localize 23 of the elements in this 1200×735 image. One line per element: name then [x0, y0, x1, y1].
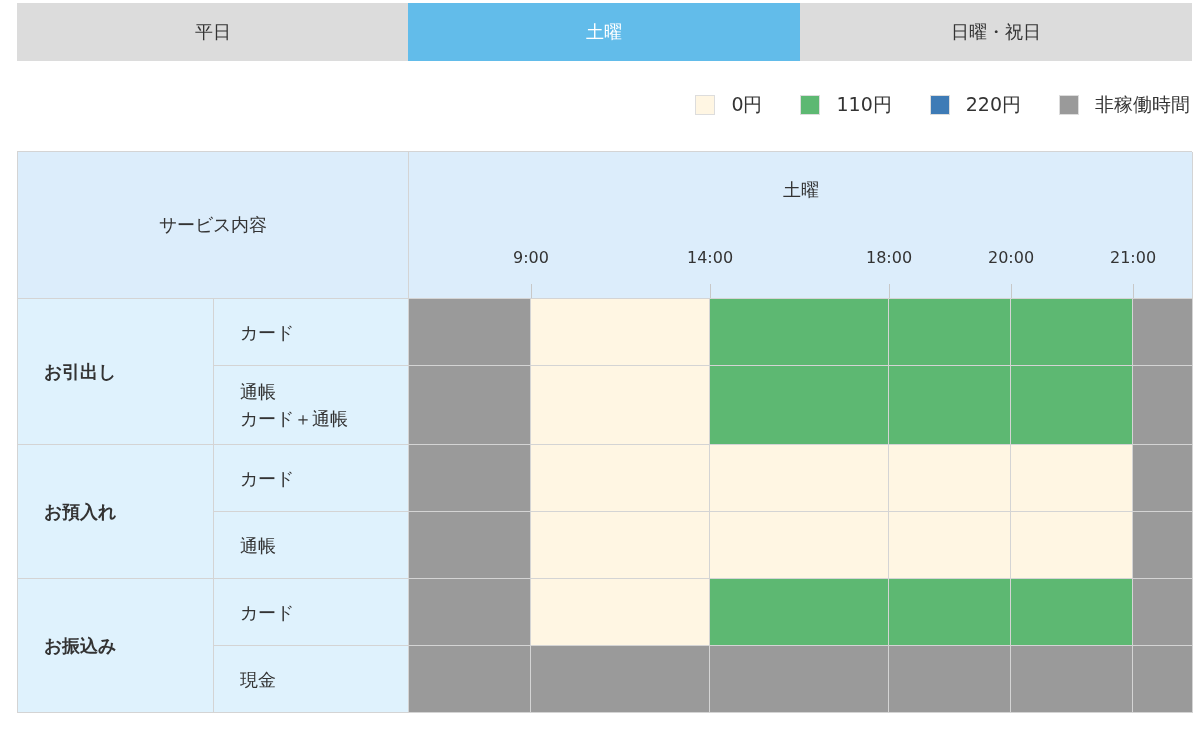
method-label: カード	[240, 320, 294, 345]
day-tab[interactable]: 日曜・祝日	[800, 3, 1192, 61]
method-label: カード＋通帳	[240, 407, 348, 431]
method-label: 現金	[240, 667, 276, 692]
legend-label: 220円	[965, 92, 1021, 117]
time-label: 21:00	[1109, 248, 1157, 267]
time-label: 14:00	[686, 248, 734, 267]
time-label: 20:00	[987, 248, 1035, 267]
method-label: カード	[240, 466, 294, 491]
legend-label: 非稼働時間	[1095, 92, 1190, 117]
time-label: 18:00	[865, 248, 913, 267]
column-header: サービス内容	[18, 152, 409, 299]
time-label: 9:00	[513, 248, 549, 267]
group-name: お預入れ	[18, 445, 214, 579]
group-name: お振込み	[18, 579, 214, 713]
day-label: 土曜	[781, 178, 820, 202]
method-label: 通帳	[240, 533, 276, 558]
method-label: カード	[240, 600, 294, 625]
legend-label: 0円	[731, 92, 763, 117]
method-label: 通帳	[240, 380, 276, 404]
group-name: お引出し	[18, 299, 214, 445]
day-tab[interactable]: 平日	[17, 3, 408, 61]
legend-label: 110円	[836, 92, 892, 117]
